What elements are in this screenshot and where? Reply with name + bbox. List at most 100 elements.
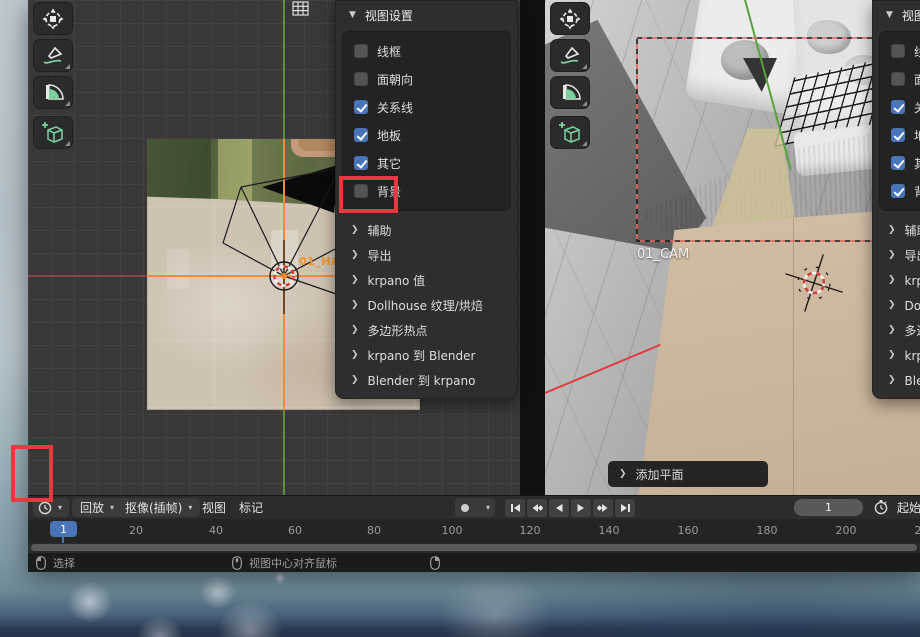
checkbox[interactable] [891,72,905,86]
option-face-orientation[interactable]: 面朝向 [880,65,920,93]
checkbox[interactable] [891,128,905,142]
checkbox[interactable] [891,44,905,58]
previous-keyframe-button[interactable] [527,499,547,517]
playback-controls [505,499,635,517]
status-center-view-hint: 视图中心对齐鼠标 [232,553,337,572]
chevron-right-icon: ❯ [351,351,359,360]
checkbox[interactable] [891,100,905,114]
option-other[interactable]: 其它 [343,149,510,177]
auto-keying-button[interactable]: ▾ [455,498,495,517]
start-frame-label[interactable]: 起始 [897,498,920,517]
annotate-tool-button[interactable] [550,39,590,72]
grid-icon[interactable] [292,1,309,16]
add-cube-tool-button[interactable] [33,116,73,149]
measure-tool-button[interactable] [550,76,590,109]
marker-menu[interactable]: 标记 [239,498,263,517]
play-reverse-button[interactable] [549,499,569,517]
mouse-left-icon [36,556,46,570]
current-frame-badge[interactable]: 1 [50,521,77,537]
chevron-right-icon: ❯ [888,326,896,335]
camera-frame-overlay [545,0,920,495]
panel-header-view-settings[interactable]: ▼ 视图设置 [336,1,517,30]
subtool-corner [582,101,587,106]
option-relationship-lines[interactable]: 关系线 [343,93,510,121]
cursor-tool-button[interactable] [550,2,590,35]
jump-to-end-button[interactable] [615,499,635,517]
annotate-tool-icon [558,44,582,68]
checkbox[interactable] [354,100,368,114]
viewport-camera-view[interactable]: 01_CAM ❯ 添加平面 [545,0,920,495]
section-export[interactable]: ❯导出 [336,243,517,268]
checkbox[interactable] [354,72,368,86]
add-cube-tool-icon [40,120,66,146]
ruler-tick: 140 [599,524,620,537]
chevron-right-icon: ❯ [351,276,359,285]
option-floor[interactable]: 地板 [343,121,510,149]
section-krpano-to-blender[interactable]: ❯krpano 到 Blender [873,343,920,368]
option-relationship-lines[interactable]: 关系线 [880,93,920,121]
mouse-right-icon [430,556,440,570]
section-auxiliary[interactable]: ❯辅助 [873,218,920,243]
current-frame-field[interactable]: 1 [794,499,863,516]
ruler-tick: 40 [209,524,223,537]
section-blender-to-krpano[interactable]: ❯Blender 到 krpano [873,368,920,393]
chevron-down-icon: ▾ [58,504,62,512]
play-button[interactable] [571,499,591,517]
chevron-right-icon: ❯ [888,351,896,360]
ruler-tick: 100 [442,524,463,537]
view-menu[interactable]: 视图 [202,498,226,517]
timeline-scrollbar[interactable] [31,544,917,551]
section-export[interactable]: ❯导出 [873,243,920,268]
next-keyframe-button[interactable] [593,499,613,517]
timeline-ruler[interactable]: 1 20 40 60 80 100 120 140 160 180 200 22… [28,519,920,543]
cursor-3d-icon [776,245,852,321]
section-krpano-to-blender[interactable]: ❯krpano 到 Blender [336,343,517,368]
option-other[interactable]: 其它 [880,149,920,177]
subtool-corner [582,141,587,146]
add-cube-tool-button[interactable] [550,116,590,149]
checkbox[interactable] [891,184,905,198]
measure-tool-button[interactable] [33,76,73,109]
section-krpano-values[interactable]: ❯krpano 值 [336,268,517,293]
next-keyframe-icon [597,503,609,513]
timeline-header: ▾ 回放 ▾ 抠像(插帧) ▾ 视图 标记 ▾ [28,495,920,519]
section-auxiliary[interactable]: ❯辅助 [336,218,517,243]
panel-header-view-settings[interactable]: ▼ 视图设置 [873,1,920,30]
ruler-tick: 120 [520,524,541,537]
status-right-mouse-hint [430,553,440,572]
panel-title: 视图设置 [902,7,920,24]
checkbox[interactable] [891,156,905,170]
option-wireframe[interactable]: 线框 [880,37,920,65]
option-floor[interactable]: 地板 [880,121,920,149]
jump-to-start-button[interactable] [505,499,525,517]
chevron-right-icon: ❯ [351,226,359,235]
cursor-tool-icon [41,7,65,31]
section-dollhouse-bake[interactable]: ❯Dollhouse 纹理/烘焙 [873,293,920,318]
chevron-down-icon: ▼ [349,11,356,20]
jump-start-icon [510,503,521,513]
play-icon [576,503,586,513]
option-wireframe[interactable]: 线框 [343,37,510,65]
blender-window: 01_HAN [28,0,920,572]
cursor-tool-button[interactable] [33,2,73,35]
checkbox[interactable] [354,44,368,58]
chevron-right-icon: ❯ [351,301,359,310]
annotation-box-bottom-left [11,445,53,502]
section-polygon-hotspot[interactable]: ❯多边形热点 [873,318,920,343]
checkbox[interactable] [354,128,368,142]
chevron-right-icon: ❯ [619,470,627,479]
annotate-tool-button[interactable] [33,39,73,72]
chevron-right-icon: ❯ [351,376,359,385]
section-blender-to-krpano[interactable]: ❯Blender 到 krpano [336,368,517,393]
add-plane-panel[interactable]: ❯ 添加平面 [608,461,768,487]
section-dollhouse-bake[interactable]: ❯Dollhouse 纹理/烘焙 [336,293,517,318]
option-background[interactable]: 背景 [880,177,920,205]
jump-end-icon [620,503,631,513]
section-polygon-hotspot[interactable]: ❯多边形热点 [336,318,517,343]
keying-menu[interactable]: 抠像(插帧) ▾ [117,498,200,517]
option-face-orientation[interactable]: 面朝向 [343,65,510,93]
ruler-tick: 80 [367,524,381,537]
section-krpano-values[interactable]: ❯krpano 值 [873,268,920,293]
playback-menu[interactable]: 回放 ▾ [72,498,122,517]
checkbox[interactable] [354,156,368,170]
